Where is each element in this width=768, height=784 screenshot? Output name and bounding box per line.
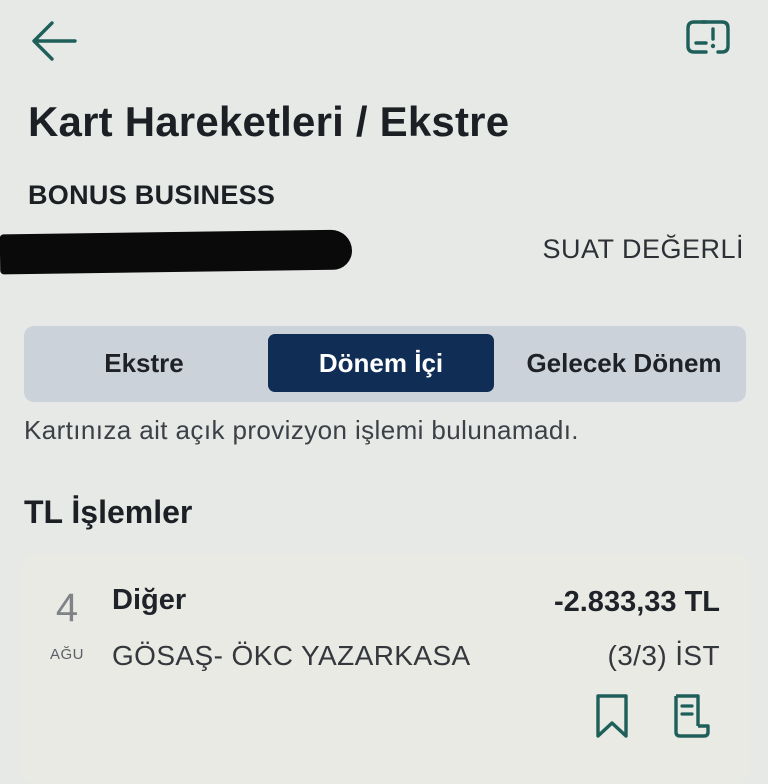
transaction-merchant: GÖSAŞ- ÖKC YAZARKASA [112,640,471,671]
back-button[interactable] [28,18,80,64]
transaction-card[interactable]: 4 AĞU Diğer -2.833,33 TL GÖSAŞ- ÖKC YAZA… [22,554,750,784]
arrow-left-icon [32,21,77,61]
transaction-amount: -2.833,33 TL [553,586,720,618]
report-issue-button[interactable] [682,16,734,62]
transaction-month: AĞU [49,646,84,663]
bookmark-button[interactable] [592,692,632,740]
bookmark-icon [596,694,628,738]
tab-ekstre[interactable]: Ekstre [44,334,244,392]
tab-donem-ici[interactable]: Dönem İçi [268,334,494,392]
top-bar [0,0,768,80]
transaction-day: 4 [55,586,79,630]
section-title: TL İşlemler [24,494,193,530]
period-tabs: Ekstre Dönem İçi Gelecek Dönem [24,326,746,402]
card-name: BONUS BUSINESS [28,180,276,210]
page-title: Kart Hareketleri / Ekstre [28,98,510,145]
tab-gelecek-donem[interactable]: Gelecek Dönem [508,334,740,392]
report-issue-icon [686,20,730,54]
card-holder-name: SUAT DEĞERLİ [542,234,744,264]
card-number-redacted [0,229,353,275]
transaction-installment: (3/3) İST [607,640,720,671]
info-message-container: Kartınıza ait açık provizyon işlemi bulu… [24,411,744,445]
transaction-category: Diğer [112,584,187,616]
receipt-button[interactable] [668,692,714,740]
receipt-icon [674,694,710,738]
no-provision-message: Kartınıza ait açık provizyon işlemi bulu… [24,415,579,445]
